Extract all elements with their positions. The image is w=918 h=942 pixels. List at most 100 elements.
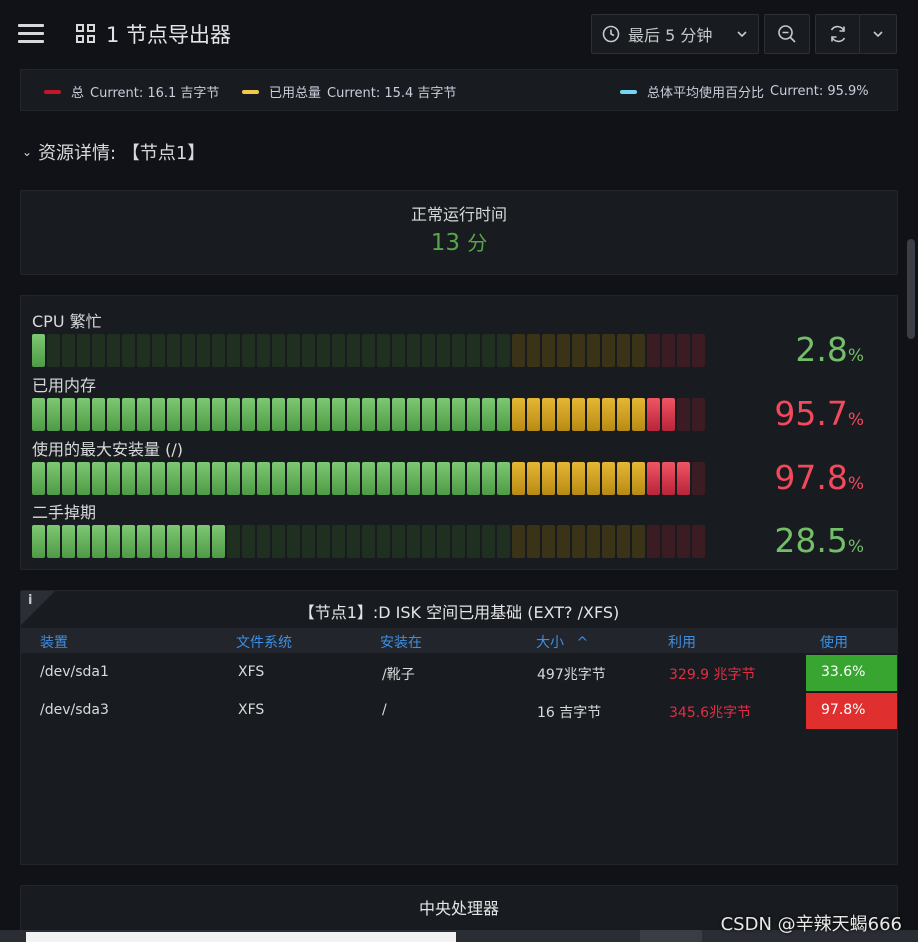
gauge-cell: [242, 334, 255, 367]
gauge-cell: [512, 462, 525, 495]
column-header-filesystem[interactable]: 文件系统: [236, 632, 292, 652]
column-header-mount[interactable]: 安装在: [380, 632, 422, 652]
legend-item-total[interactable]: 总 Current: 16.1 吉字节: [44, 82, 219, 101]
column-header-size[interactable]: 大小 ^: [536, 632, 588, 652]
gauge-cell: [647, 334, 660, 367]
gauge-cell: [92, 398, 105, 431]
gauge-cell: [407, 525, 420, 558]
refresh-button[interactable]: [815, 14, 860, 54]
gauge-cell: [662, 462, 675, 495]
gauge-cell: [557, 525, 570, 558]
uptime-unit: 分: [467, 231, 488, 255]
legend-item-used[interactable]: 已用总量 Current: 15.4 吉字节: [242, 82, 456, 101]
cell-used: 345.6兆字节: [669, 705, 752, 721]
gauge-cell: [542, 462, 555, 495]
gauge-cell: [302, 398, 315, 431]
gauge-cell: [617, 462, 630, 495]
gauge-cell: [497, 525, 510, 558]
cell-filesystem: XFS: [238, 702, 265, 718]
gauge-cell: [47, 398, 60, 431]
gauge-cell: [137, 398, 150, 431]
gauge-bar: [32, 398, 706, 431]
gauge-cell: [212, 462, 225, 495]
legend-name: 已用总量: [269, 86, 322, 101]
panel-title[interactable]: 【节点1】:D ISK 空间已用基础 (EXT? /XFS): [21, 599, 897, 623]
sort-ascending-icon: ^: [576, 635, 589, 651]
gauge-cell: [257, 462, 270, 495]
gauge-number: 97.8: [774, 458, 848, 497]
zoom-out-button[interactable]: [764, 14, 810, 54]
legend-swatch: [242, 89, 259, 94]
chevron-down-icon: [737, 31, 747, 38]
clock-icon: [602, 25, 620, 43]
gauge-cell: [527, 525, 540, 558]
column-header-usage[interactable]: 使用: [820, 632, 848, 652]
gauge-cell: [47, 334, 60, 367]
gauge-cell: [182, 462, 195, 495]
legend-swatch: [44, 89, 61, 94]
gauge-cell: [182, 398, 195, 431]
disk-space-table-panel: i 【节点1】:D ISK 空间已用基础 (EXT? /XFS) 装置 文件系统…: [20, 590, 898, 865]
gauge-cell: [122, 525, 135, 558]
gauge-cell: [437, 334, 450, 367]
gauge-cell: [137, 334, 150, 367]
gauge-cell: [272, 334, 285, 367]
gauge-cell: [62, 525, 75, 558]
gauge-cell: [632, 525, 645, 558]
gauge-cell: [152, 525, 165, 558]
gauge-number: 2.8: [795, 330, 848, 369]
gauge-cell: [152, 462, 165, 495]
gauge-cell: [437, 398, 450, 431]
gauge-cell: [107, 334, 120, 367]
menu-icon[interactable]: [18, 24, 44, 44]
gauge-cell: [422, 462, 435, 495]
gauge-cell: [32, 334, 45, 367]
gauge-cell: [332, 525, 345, 558]
gauge-cell: [47, 525, 60, 558]
row-toggle-resource-details[interactable]: ⌄ 资源详情: 【节点1】: [22, 139, 205, 165]
gauge-cell: [107, 462, 120, 495]
dashboard-title[interactable]: 1 节点导出器: [106, 19, 231, 49]
gauge-cell: [677, 398, 690, 431]
panel-title[interactable]: 正常运行时间: [21, 201, 897, 225]
gauge-number: 95.7: [774, 394, 848, 433]
gauge-number: 28.5: [774, 521, 848, 560]
time-range-picker[interactable]: 最后 5 分钟: [591, 14, 759, 54]
bar-gauge-panel: CPU 繁忙 2.8% 已用内存 95.7% 使用的最大安装量 (/) 97.8% 二手掉期…: [20, 295, 898, 570]
table-row: /dev/sda1 XFS /靴子 497兆字节 329.9 兆字节 33.6%: [21, 655, 897, 691]
gauge-cell: [692, 398, 705, 431]
scrollbar-thumb[interactable]: [907, 239, 915, 339]
table-header: 装置 文件系统 安装在 大小 ^ 利用 使用: [21, 628, 897, 653]
cell-usage: 33.6%: [806, 655, 897, 691]
column-header-used[interactable]: 利用: [668, 632, 696, 652]
gauge-cell: [452, 334, 465, 367]
gauge-cell: [227, 462, 240, 495]
legend-item-percent[interactable]: 总体平均使用百分比 Current: 95.9%: [620, 82, 869, 101]
gauge-label: 二手掉期: [32, 503, 97, 522]
gauge-value: 97.8%: [774, 458, 864, 497]
gauge-cell: [422, 398, 435, 431]
gauge-cell: [512, 334, 525, 367]
gauge-cell: [527, 462, 540, 495]
gauge-cell: [62, 398, 75, 431]
refresh-interval-dropdown[interactable]: [859, 14, 897, 54]
gauge-bar: [32, 525, 706, 558]
cell-filesystem: XFS: [238, 664, 265, 680]
legend-name: 总体平均使用百分比: [647, 86, 765, 101]
gauge-cell: [242, 398, 255, 431]
cell-usage: 97.8%: [806, 693, 897, 729]
gauge-cell: [407, 398, 420, 431]
row-title: 资源详情: 【节点1】: [38, 143, 206, 164]
gauge-cell: [542, 525, 555, 558]
gauge-cell: [227, 334, 240, 367]
gauge-cell: [212, 398, 225, 431]
gauge-cell: [287, 334, 300, 367]
gauge-cell: [347, 334, 360, 367]
gauge-unit: %: [847, 537, 864, 557]
gauge-cell: [527, 398, 540, 431]
gauge-cell: [602, 525, 615, 558]
gauge-cell: [602, 334, 615, 367]
gauge-cell: [617, 525, 630, 558]
column-header-device[interactable]: 装置: [40, 632, 68, 652]
gauge-label: CPU 繁忙: [32, 312, 102, 331]
